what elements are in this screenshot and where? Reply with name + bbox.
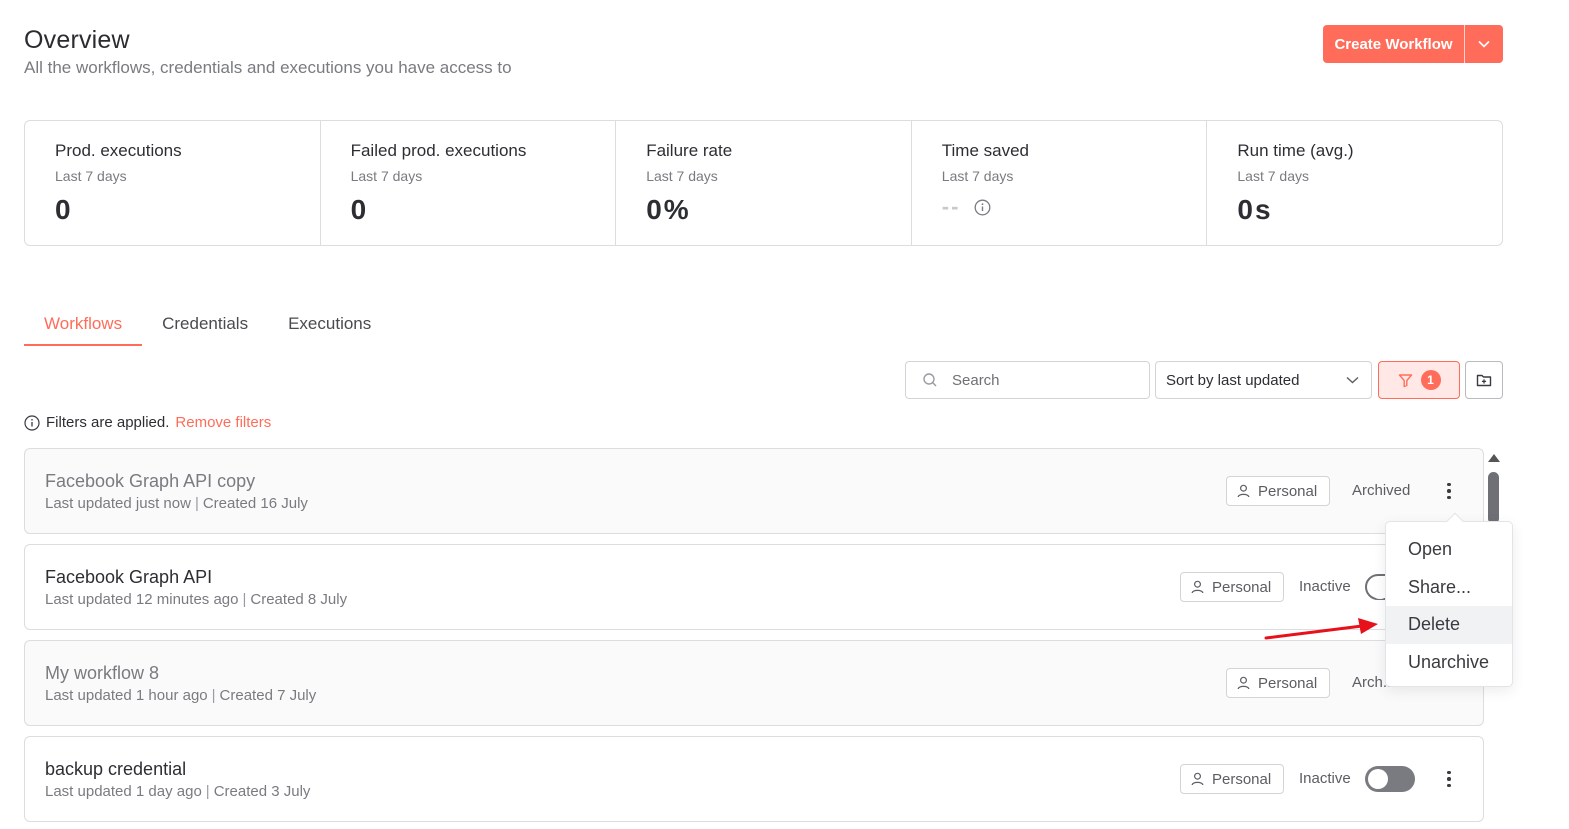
- menu-item-delete[interactable]: Delete: [1386, 606, 1512, 644]
- active-toggle[interactable]: [1365, 766, 1415, 792]
- workflow-card[interactable]: backup credential Last updated 1 day ago…: [24, 736, 1484, 822]
- workflow-created: Created 16 July: [202, 495, 308, 512]
- meta-separator: |: [211, 687, 216, 704]
- stat-label: Failure rate: [646, 141, 733, 160]
- owner-label: Personal: [1212, 770, 1272, 788]
- info-icon[interactable]: [974, 199, 991, 216]
- filter-button[interactable]: 1: [1378, 361, 1460, 399]
- stat-failure-rate[interactable]: Failure rate Last 7 days 0%: [616, 121, 912, 245]
- user-icon: [1191, 772, 1204, 786]
- info-icon: [24, 414, 40, 431]
- filter-icon: [1398, 373, 1412, 387]
- owner-label: Personal: [1258, 482, 1318, 500]
- scrollbar-thumb[interactable]: [1488, 472, 1499, 524]
- filter-count-badge: 1: [1420, 370, 1441, 390]
- workflow-name[interactable]: Facebook Graph API: [45, 567, 212, 588]
- owner-badge: Personal: [1226, 476, 1331, 506]
- create-options-dropdown[interactable]: [1465, 25, 1503, 63]
- status-label: Inactive: [1299, 578, 1351, 595]
- stat-value: 0%: [646, 194, 691, 225]
- toggle-knob: [1368, 769, 1388, 789]
- filters-applied-text: Filters are applied.: [46, 414, 170, 431]
- stat-label: Prod. executions: [55, 141, 182, 160]
- menu-item-share[interactable]: Share...: [1386, 569, 1512, 607]
- scroll-up-arrow[interactable]: [1488, 454, 1500, 462]
- stat-failed-prod-executions[interactable]: Failed prod. executions Last 7 days 0: [321, 121, 617, 245]
- user-icon: [1237, 484, 1250, 498]
- workflow-updated: Last updated just now: [45, 495, 191, 512]
- stat-time-saved[interactable]: Time saved Last 7 days --: [912, 121, 1208, 245]
- stat-value: 0s: [1237, 194, 1273, 225]
- stat-period: Last 7 days: [55, 168, 127, 184]
- stat-label: Failed prod. executions: [350, 141, 527, 160]
- stat-value: 0: [55, 194, 73, 225]
- workflow-name[interactable]: My workflow 8: [45, 663, 159, 684]
- workflow-card[interactable]: My workflow 8 Last updated 1 hour ago | Cr…: [24, 640, 1484, 726]
- more-options-icon[interactable]: [1439, 767, 1459, 791]
- owner-badge: Personal: [1226, 668, 1331, 698]
- more-options-icon[interactable]: [1439, 479, 1459, 503]
- stat-label: Run time (avg.): [1237, 141, 1354, 160]
- stats-panel: Prod. executions Last 7 days 0 Failed pr…: [24, 120, 1503, 246]
- stat-run-time[interactable]: Run time (avg.) Last 7 days 0s: [1207, 121, 1502, 245]
- search-input[interactable]: [952, 371, 1132, 389]
- new-folder-button[interactable]: [1465, 361, 1503, 399]
- workflow-meta: Last updated just now | Created 16 July: [45, 495, 308, 512]
- sort-select[interactable]: Sort by last updated: [1155, 361, 1372, 399]
- create-workflow-button[interactable]: Create Workflow: [1323, 25, 1465, 63]
- stat-value: --: [941, 194, 961, 219]
- stat-value: 0: [350, 194, 369, 225]
- meta-separator: |: [242, 591, 247, 608]
- stat-prod-executions[interactable]: Prod. executions Last 7 days 0: [25, 121, 321, 245]
- menu-item-unarchive[interactable]: Unarchive: [1386, 644, 1512, 682]
- stat-period: Last 7 days: [941, 168, 1014, 184]
- tab-bar: Workflows Credentials Executions: [24, 306, 391, 346]
- page-subtitle: All the workflows, credentials and execu…: [24, 58, 512, 77]
- annotation-arrow-icon: [1264, 618, 1378, 640]
- page-title: Overview: [24, 26, 130, 54]
- workflow-context-menu: Open Share... Delete Unarchive: [1385, 512, 1513, 687]
- user-icon: [1191, 580, 1204, 594]
- tab-credentials[interactable]: Credentials: [142, 306, 268, 346]
- workflow-name[interactable]: Facebook Graph API copy: [45, 471, 255, 492]
- owner-label: Personal: [1212, 578, 1272, 596]
- stat-value-container: --: [942, 194, 1177, 220]
- tab-executions[interactable]: Executions: [268, 306, 391, 346]
- workflow-name[interactable]: backup credential: [45, 759, 186, 780]
- status-label: Inactive: [1299, 770, 1351, 787]
- user-icon: [1237, 676, 1250, 690]
- workflow-created: Created 8 July: [250, 591, 348, 608]
- workflow-created: Created 7 July: [219, 687, 317, 704]
- create-workflow-button-group: Create Workflow: [1323, 25, 1503, 63]
- chevron-down-icon: [1346, 376, 1359, 384]
- meta-separator: |: [194, 495, 199, 512]
- stat-period: Last 7 days: [350, 168, 423, 184]
- tab-workflows[interactable]: Workflows: [24, 306, 143, 346]
- workflow-meta: Last updated 1 day ago | Created 3 July: [45, 783, 310, 800]
- chevron-down-icon: [1478, 40, 1490, 48]
- owner-badge: Personal: [1180, 572, 1285, 602]
- owner-badge: Personal: [1180, 764, 1285, 794]
- workflow-created: Created 3 July: [213, 783, 311, 800]
- stat-period: Last 7 days: [646, 168, 718, 184]
- folder-plus-icon: [1476, 374, 1492, 387]
- filters-applied-notice: Filters are applied. Remove filters: [24, 414, 271, 431]
- workflow-meta: Last updated 12 minutes ago | Created 8 Ju…: [45, 591, 347, 608]
- menu-item-open[interactable]: Open: [1386, 531, 1512, 569]
- workflow-meta: Last updated 1 hour ago | Created 7 July: [45, 687, 316, 704]
- meta-separator: |: [205, 783, 210, 800]
- sort-select-value: Sort by last updated: [1166, 371, 1300, 389]
- status-label: Archived: [1352, 482, 1411, 499]
- owner-label: Personal: [1258, 674, 1318, 692]
- stat-label: Time saved: [941, 141, 1030, 160]
- workflow-card[interactable]: Facebook Graph API copy Last updated jus…: [24, 448, 1484, 534]
- remove-filters-link[interactable]: Remove filters: [175, 414, 271, 431]
- workflow-updated: Last updated 1 hour ago: [45, 687, 208, 704]
- stat-period: Last 7 days: [1237, 168, 1309, 184]
- workflow-updated: Last updated 12 minutes ago: [45, 591, 239, 608]
- workflow-updated: Last updated 1 day ago: [45, 783, 202, 800]
- search-icon: [923, 373, 937, 387]
- search-box: [905, 361, 1150, 399]
